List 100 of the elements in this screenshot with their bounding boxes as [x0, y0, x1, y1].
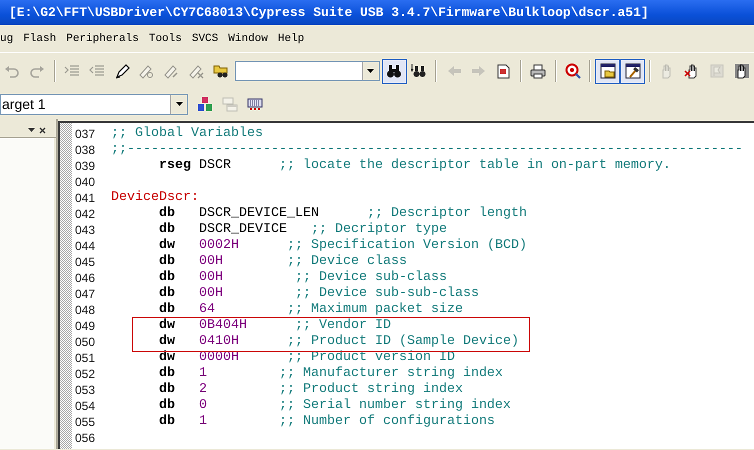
printer-icon [530, 63, 546, 79]
code-symbol: DSCR_DEVICE [199, 222, 287, 237]
menu-item[interactable]: Peripherals [66, 32, 139, 44]
line-number: 046 [74, 270, 95, 286]
line-number: 037 [74, 126, 95, 142]
line-number: 052 [74, 366, 95, 382]
code-symbol: DSCR [199, 158, 231, 173]
code-directive: db [159, 382, 175, 397]
code-comment: ;; Product string index [278, 382, 463, 397]
pen-icon [114, 63, 130, 79]
code-directive: db [159, 302, 175, 317]
folder-binoculars-icon [212, 63, 229, 79]
dropdown-arrow-icon [176, 102, 182, 106]
code-number: 0002H [199, 238, 239, 253]
line-number: 050 [74, 334, 95, 350]
line-number: 045 [74, 254, 95, 270]
code-directive: db [159, 206, 175, 221]
code-comment: ;; Maximum packet size [286, 302, 463, 317]
menu-item[interactable]: Tools [148, 32, 182, 44]
code-comment: ;; Vendor ID [295, 318, 391, 333]
right-arrow-icon [470, 63, 487, 79]
code-number: 64 [199, 302, 215, 317]
code-number: 1 [199, 414, 207, 429]
code-number: 0B404H [199, 318, 247, 333]
code-comment: ;; Specification Version (BCD) [287, 238, 527, 253]
line-number: 054 [74, 398, 95, 414]
line-number: 047 [74, 286, 95, 302]
pen-icon [188, 63, 204, 79]
binoculars-icon [411, 63, 428, 79]
code-comment: ;; Product ID (Sample Device) [287, 334, 519, 349]
code-symbol: DSCR_DEVICE_LEN [199, 206, 319, 221]
code-label: DeviceDscr: [111, 190, 199, 205]
code-directive: db [159, 366, 175, 381]
target-select[interactable]: arget 1 [0, 94, 188, 114]
code-number: 0 [199, 398, 207, 413]
code-comment: ;; Device sub-class [294, 270, 447, 285]
flag-icon [708, 63, 725, 79]
code-comment: ;; Device class [287, 254, 407, 269]
pane-build-button[interactable] [620, 58, 645, 84]
find-button[interactable] [382, 58, 407, 84]
code-directive: dw [159, 238, 175, 253]
code-number: 00H [199, 254, 223, 269]
code-number: 1 [199, 366, 207, 381]
line-number: 042 [74, 206, 95, 222]
line-number: 051 [74, 350, 95, 366]
redo-icon [29, 63, 46, 79]
code-comment: ;; Descriptor length [366, 206, 527, 221]
cubes-icon [196, 96, 212, 112]
code-comment: ;;----------------------------------------------------------------------------- [111, 142, 743, 157]
menu-item[interactable]: Help [278, 32, 304, 44]
code-comment: ;; Decriptor type [310, 222, 447, 237]
menu-item[interactable]: Window [228, 32, 268, 44]
code-directive: db [159, 222, 175, 237]
code-comment: ;; locate the descriptor table in on-part memory. [279, 158, 671, 173]
line-number: 040 [74, 174, 95, 190]
close-icon[interactable] [39, 126, 46, 134]
line-number: 053 [74, 382, 95, 398]
code-comment: ;; Number of configurations [278, 414, 495, 429]
pen-icon [163, 63, 180, 79]
line-number: 049 [74, 318, 95, 334]
code-directive: db [159, 270, 175, 285]
line-number: 044 [74, 238, 95, 254]
code-number: 2 [199, 382, 207, 397]
line-number: 039 [74, 158, 95, 174]
dropdown-arrow-icon[interactable] [28, 128, 35, 132]
code-comment: ;; Device sub-sub-class [294, 286, 479, 301]
window-folder-icon [600, 63, 616, 79]
magnifier-icon [564, 63, 581, 79]
code-directive: db [159, 398, 175, 413]
code-number: 00H [199, 286, 223, 301]
code-directive: db [159, 286, 175, 301]
line-number: 056 [74, 430, 95, 446]
line-number: 041 [74, 190, 95, 206]
line-number: 048 [74, 302, 95, 318]
line-number: 038 [74, 142, 95, 158]
window-hammer-icon [624, 63, 641, 79]
page-icon [495, 63, 512, 79]
menu-item[interactable]: Flash [23, 32, 56, 44]
window-title: [E:\G2\FFT\USBDriver\CY7C68013\Cypress Suite USB 3.4.7\Firmware\Bulkloop\dscr.a51] [8, 4, 650, 22]
code-number: 0410H [199, 334, 239, 349]
code-directive: dw [159, 334, 175, 349]
dropdown-arrow-icon [367, 69, 374, 73]
binoculars-icon [386, 63, 402, 79]
code-directive: rseg [159, 158, 191, 173]
code-number: 00H [199, 270, 223, 285]
menu-item[interactable]: ug [0, 32, 14, 44]
pen-icon [138, 63, 154, 79]
menu-item[interactable]: SVCS [192, 32, 218, 44]
code-directive: dw [159, 350, 175, 365]
code-directive: db [159, 254, 175, 269]
code-comment: ;; Serial number string index [278, 398, 511, 413]
line-number: 055 [74, 414, 95, 430]
pane-window-button[interactable] [595, 58, 620, 84]
line-number: 043 [74, 222, 95, 238]
code-comment: ;; Global Variables [111, 126, 263, 141]
code-directive: dw [159, 318, 175, 333]
code-comment: ;; Manufacturer string index [278, 366, 503, 381]
hand-icon [734, 63, 750, 79]
code-directive: db [159, 414, 175, 429]
left-arrow-icon [446, 63, 462, 79]
